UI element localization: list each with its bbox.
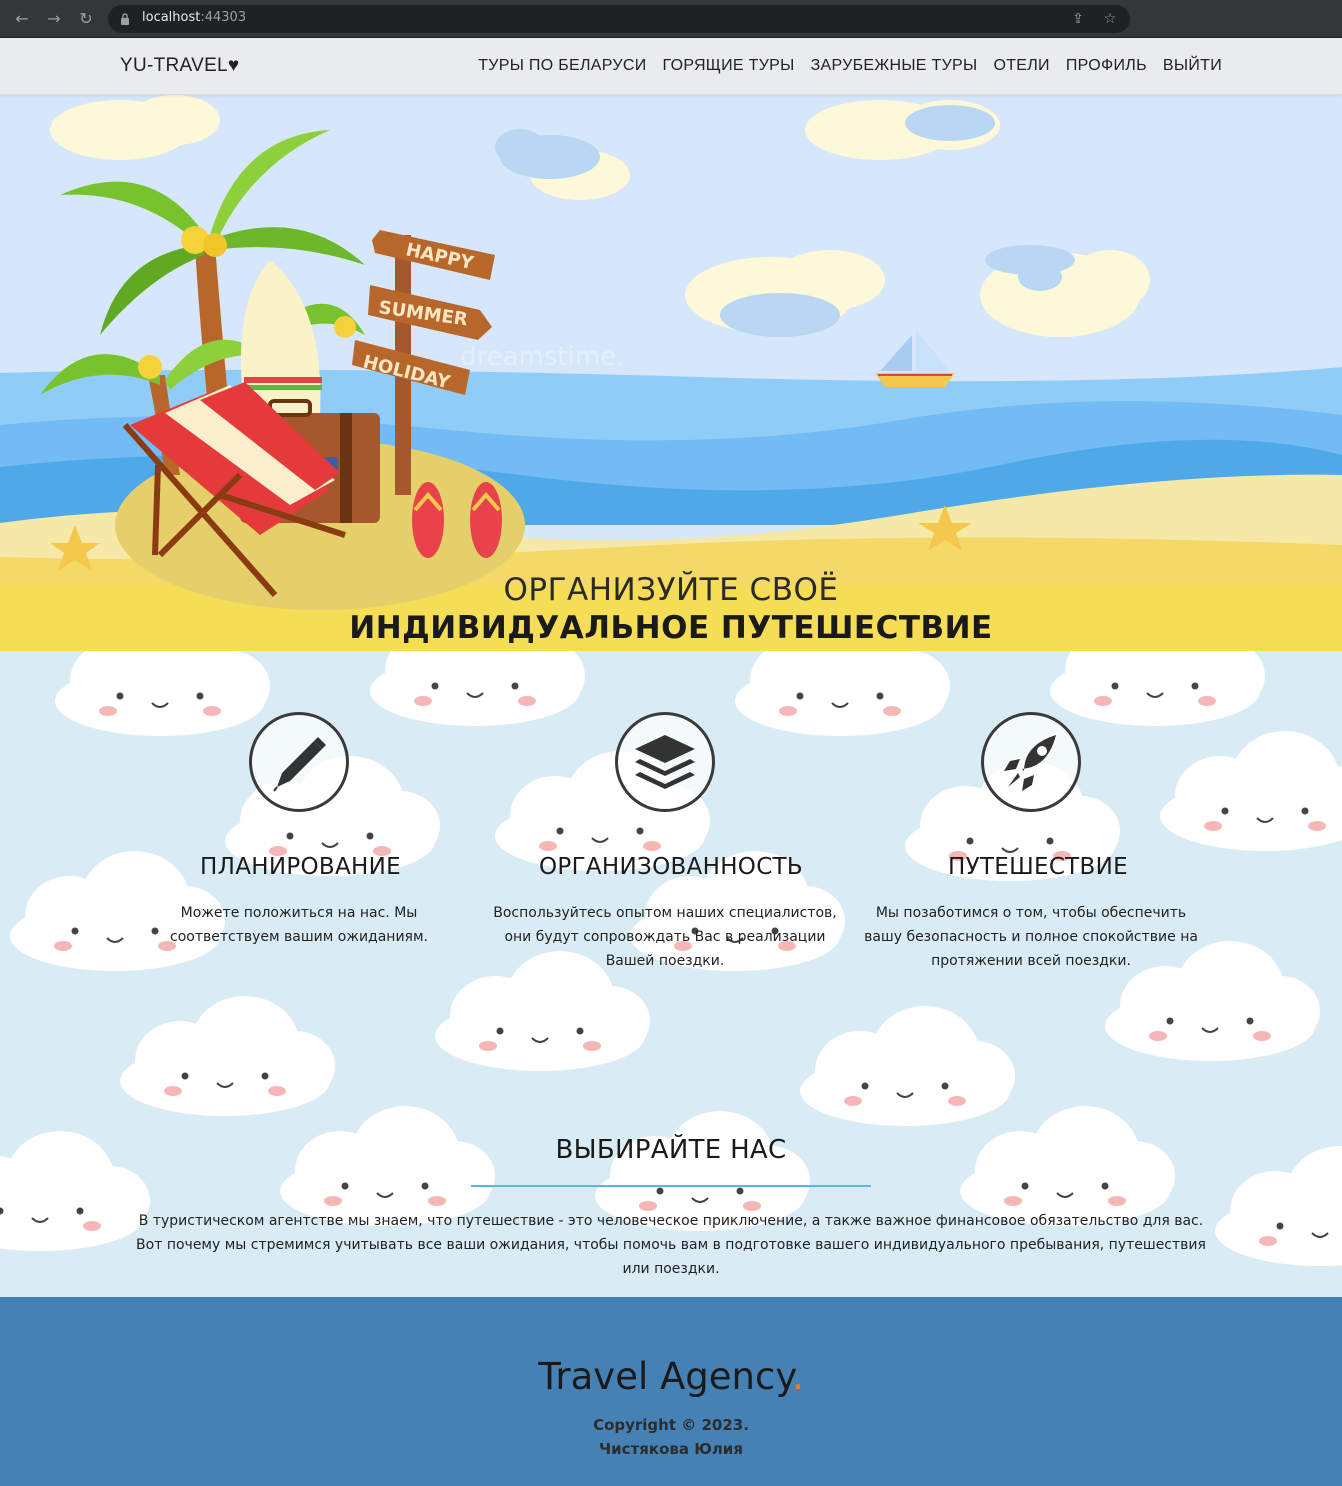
site-navbar: YU-TRAVEL♥ ТУРЫ ПО БЕЛАРУСИ ГОРЯЩИЕ ТУРЫ… bbox=[0, 38, 1342, 95]
hero-banner: HAPPY SUMMER HOLIDAY dreamstime. bbox=[0, 95, 1342, 651]
copyright-text: Copyright © 2023. bbox=[593, 1416, 749, 1434]
features-section: ПЛАНИРОВАНИЕ Можете положиться на нас. М… bbox=[0, 651, 1342, 1297]
feature-icon-circle bbox=[249, 712, 349, 812]
feature-text: Воспользуйтесь опытом наших специалистов… bbox=[493, 905, 837, 969]
nav-link-belarus-tours[interactable]: ТУРЫ ПО БЕЛАРУСИ bbox=[478, 57, 646, 75]
hero-title-line1: ОРГАНИЗУЙТЕ СВОЁ bbox=[503, 572, 839, 608]
lock-icon bbox=[121, 13, 129, 25]
why-us-block: ВЫБИРАЙТЕ НАС В туристическом агентстве … bbox=[0, 1135, 1342, 1281]
feature-title: ПУТЕШЕСТВИЕ bbox=[948, 854, 1128, 880]
share-icon[interactable]: ⇪ bbox=[1070, 11, 1086, 27]
browser-toolbar: ← → ↻ localhost:44303 ⇪ ☆ bbox=[0, 0, 1342, 38]
hero-title-line2: ИНДИВИДУАЛЬНОЕ ПУТЕШЕСТВИЕ bbox=[349, 610, 993, 646]
hero-title: ОРГАНИЗУЙТЕ СВОЁ ИНДИВИДУАЛЬНОЕ ПУТЕШЕСТ… bbox=[0, 572, 1342, 646]
rocket-icon bbox=[1004, 735, 1056, 791]
reload-icon[interactable]: ↻ bbox=[76, 9, 96, 29]
site-footer: Travel Agency. Copyright © 2023. Чистяко… bbox=[0, 1297, 1342, 1486]
feature-icon-circle bbox=[615, 712, 715, 812]
feature-icon-circle bbox=[981, 712, 1081, 812]
watermark-text: dreamstime. bbox=[460, 342, 624, 372]
feature-text: Мы позаботимся о том, чтобы обеспечить в… bbox=[864, 905, 1198, 969]
nav-link-hot-tours[interactable]: ГОРЯЩИЕ ТУРЫ bbox=[663, 57, 795, 75]
pen-icon bbox=[273, 737, 326, 792]
feature-title: ПЛАНИРОВАНИЕ bbox=[200, 854, 401, 880]
nav-link-profile[interactable]: ПРОФИЛЬ bbox=[1066, 57, 1147, 75]
footer-logo: Travel Agency. bbox=[538, 1355, 804, 1398]
bookmark-star-icon[interactable]: ☆ bbox=[1102, 11, 1118, 27]
why-us-title: ВЫБИРАЙТЕ НАС bbox=[555, 1135, 787, 1165]
back-arrow-icon[interactable]: ← bbox=[12, 9, 32, 29]
forward-arrow-icon[interactable]: → bbox=[44, 9, 64, 29]
why-us-text: В туристическом агентстве мы знаем, что … bbox=[136, 1213, 1206, 1277]
brand-logo[interactable]: YU-TRAVEL♥ bbox=[120, 55, 240, 77]
nav-link-hotels[interactable]: ОТЕЛИ bbox=[993, 57, 1049, 75]
layers-icon bbox=[635, 735, 695, 789]
footer-copyright: Copyright © 2023. Чистякова Юлия bbox=[0, 1413, 1342, 1461]
beach-illustration: HAPPY SUMMER HOLIDAY dreamstime. bbox=[0, 95, 1342, 651]
nav-link-foreign-tours[interactable]: ЗАРУБЕЖНЫЕ ТУРЫ bbox=[811, 57, 978, 75]
main-nav: ТУРЫ ПО БЕЛАРУСИ ГОРЯЩИЕ ТУРЫ ЗАРУБЕЖНЫЕ… bbox=[478, 57, 1222, 75]
author-name: Чистякова Юлия bbox=[599, 1440, 743, 1458]
title-divider bbox=[471, 1185, 871, 1187]
nav-link-logout[interactable]: ВЫЙТИ bbox=[1163, 57, 1222, 75]
feature-title: ОРГАНИЗОВАННОСТЬ bbox=[539, 854, 803, 880]
address-bar[interactable]: localhost:44303 ⇪ ☆ bbox=[108, 5, 1130, 33]
url-text: localhost:44303 bbox=[142, 10, 247, 25]
feature-text: Можете положиться на нас. Мы соответству… bbox=[170, 905, 428, 945]
